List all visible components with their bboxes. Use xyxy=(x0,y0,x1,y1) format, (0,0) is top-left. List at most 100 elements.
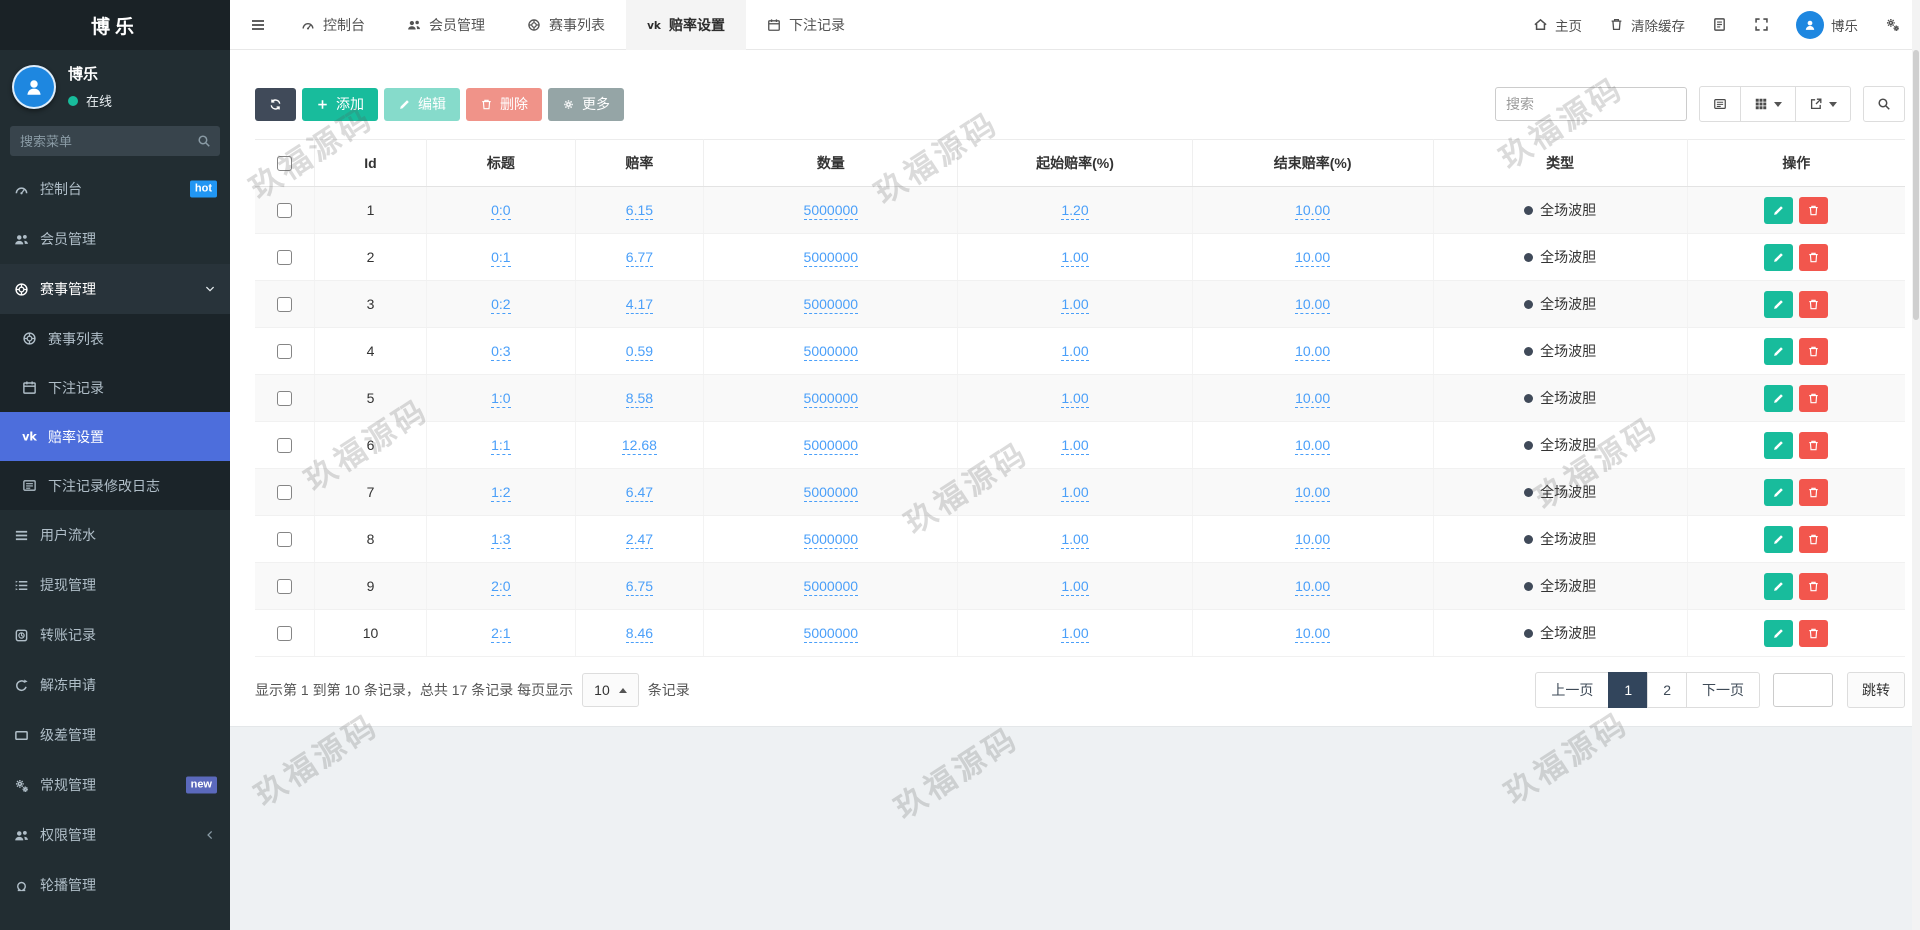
page-button-2[interactable]: 2 xyxy=(1647,672,1687,708)
cell-odds-link[interactable]: 4.17 xyxy=(625,296,654,314)
sidebar-item[interactable]: 权限管理 xyxy=(0,810,230,860)
nav-user-menu[interactable]: 博乐 xyxy=(1796,10,1858,39)
sidebar-item[interactable]: 级差管理 xyxy=(0,710,230,760)
table-search-input[interactable] xyxy=(1495,87,1687,121)
cell-start-rate-link[interactable]: 1.00 xyxy=(1061,437,1089,455)
cell-end-rate-link[interactable]: 10.00 xyxy=(1295,249,1331,267)
row-checkbox[interactable] xyxy=(276,344,292,360)
row-delete-button[interactable] xyxy=(1799,525,1829,553)
export-button[interactable] xyxy=(1795,86,1851,122)
row-edit-button[interactable] xyxy=(1764,431,1794,459)
cell-start-rate-link[interactable]: 1.00 xyxy=(1061,578,1089,596)
jump-button[interactable]: 跳转 xyxy=(1847,672,1905,708)
sidebar-item[interactable]: 会员管理 xyxy=(0,214,230,264)
cell-odds-link[interactable]: 6.15 xyxy=(625,202,654,220)
edit-button[interactable]: 编辑 xyxy=(384,87,460,121)
row-delete-button[interactable] xyxy=(1799,478,1829,506)
row-edit-button[interactable] xyxy=(1764,619,1794,647)
page-size-dropdown[interactable]: 10 xyxy=(582,673,639,707)
row-checkbox[interactable] xyxy=(276,532,292,548)
nav-clear-cache[interactable]: 清除缓存 xyxy=(1609,15,1685,35)
cell-quantity-link[interactable]: 5000000 xyxy=(803,296,859,314)
jump-page-input[interactable] xyxy=(1773,673,1833,707)
sidebar-item[interactable]: 常规管理 new xyxy=(0,760,230,810)
cell-quantity-link[interactable]: 5000000 xyxy=(803,625,859,643)
row-delete-button[interactable] xyxy=(1799,431,1829,459)
nav-document[interactable] xyxy=(1712,17,1727,32)
cell-title-link[interactable]: 1:3 xyxy=(491,531,511,549)
row-checkbox[interactable] xyxy=(276,297,292,313)
sidebar-item[interactable]: 轮播管理 xyxy=(0,860,230,910)
row-checkbox[interactable] xyxy=(276,438,292,454)
menu-toggle-button[interactable] xyxy=(236,17,280,33)
nav-tab-4[interactable]: 赔率设置 xyxy=(626,0,746,50)
row-delete-button[interactable] xyxy=(1799,572,1829,600)
sidebar-item[interactable]: 解冻申请 xyxy=(0,660,230,710)
cell-odds-link[interactable]: 6.47 xyxy=(625,484,654,502)
cell-start-rate-link[interactable]: 1.00 xyxy=(1061,625,1089,643)
cell-quantity-link[interactable]: 5000000 xyxy=(803,202,859,220)
cell-quantity-link[interactable]: 5000000 xyxy=(803,437,859,455)
row-checkbox[interactable] xyxy=(276,203,292,219)
cell-end-rate-link[interactable]: 10.00 xyxy=(1295,437,1331,455)
row-edit-button[interactable] xyxy=(1764,525,1794,553)
cell-quantity-link[interactable]: 5000000 xyxy=(803,249,859,267)
row-checkbox[interactable] xyxy=(276,391,292,407)
nav-tab-5[interactable]: 下注记录 xyxy=(746,0,866,50)
nav-fullscreen[interactable] xyxy=(1754,17,1769,32)
cell-end-rate-link[interactable]: 10.00 xyxy=(1295,531,1331,549)
cell-start-rate-link[interactable]: 1.00 xyxy=(1061,249,1089,267)
row-checkbox[interactable] xyxy=(276,579,292,595)
refresh-button[interactable] xyxy=(255,87,296,121)
next-page-button[interactable]: 下一页 xyxy=(1686,672,1760,708)
cell-end-rate-link[interactable]: 10.00 xyxy=(1295,484,1331,502)
sidebar-search-input[interactable] xyxy=(10,126,220,156)
cell-start-rate-link[interactable]: 1.00 xyxy=(1061,390,1089,408)
cell-title-link[interactable]: 2:0 xyxy=(491,578,511,596)
cell-title-link[interactable]: 1:0 xyxy=(491,390,511,408)
user-avatar[interactable] xyxy=(12,64,56,109)
cell-end-rate-link[interactable]: 10.00 xyxy=(1295,343,1331,361)
cell-title-link[interactable]: 1:1 xyxy=(491,437,511,455)
nav-home[interactable]: 主页 xyxy=(1533,15,1582,35)
cell-odds-link[interactable]: 6.77 xyxy=(625,249,654,267)
row-checkbox[interactable] xyxy=(276,626,292,642)
row-delete-button[interactable] xyxy=(1799,243,1829,271)
row-checkbox[interactable] xyxy=(276,485,292,501)
sidebar-subitem[interactable]: 赔率设置 xyxy=(0,412,230,461)
sidebar-item[interactable]: 提现管理 xyxy=(0,560,230,610)
row-edit-button[interactable] xyxy=(1764,384,1794,412)
cell-odds-link[interactable]: 8.46 xyxy=(625,625,654,643)
row-edit-button[interactable] xyxy=(1764,572,1794,600)
cell-end-rate-link[interactable]: 10.00 xyxy=(1295,578,1331,596)
cell-quantity-link[interactable]: 5000000 xyxy=(803,484,859,502)
page-button-1[interactable]: 1 xyxy=(1608,672,1649,708)
columns-button[interactable] xyxy=(1740,86,1796,122)
prev-page-button[interactable]: 上一页 xyxy=(1535,672,1610,708)
cell-odds-link[interactable]: 12.68 xyxy=(621,437,657,455)
row-delete-button[interactable] xyxy=(1799,619,1829,647)
row-edit-button[interactable] xyxy=(1764,337,1794,365)
nav-tab-3[interactable]: 赛事列表 xyxy=(506,0,626,50)
select-all-checkbox[interactable] xyxy=(276,156,292,172)
scrollbar-thumb[interactable] xyxy=(1913,50,1919,320)
sidebar-subitem[interactable]: 下注记录 xyxy=(0,363,230,412)
row-delete-button[interactable] xyxy=(1799,337,1829,365)
sidebar-item[interactable]: 赛事管理 xyxy=(0,264,230,314)
cell-title-link[interactable]: 2:1 xyxy=(491,625,511,643)
cell-end-rate-link[interactable]: 10.00 xyxy=(1295,202,1331,220)
row-delete-button[interactable] xyxy=(1799,384,1829,412)
cell-start-rate-link[interactable]: 1.00 xyxy=(1061,531,1089,549)
row-delete-button[interactable] xyxy=(1799,196,1829,224)
cell-quantity-link[interactable]: 5000000 xyxy=(803,578,859,596)
cell-quantity-link[interactable]: 5000000 xyxy=(803,531,859,549)
more-button[interactable]: 更多 xyxy=(548,87,624,121)
cell-end-rate-link[interactable]: 10.00 xyxy=(1295,390,1331,408)
row-edit-button[interactable] xyxy=(1764,196,1794,224)
cell-end-rate-link[interactable]: 10.00 xyxy=(1295,296,1331,314)
nav-settings[interactable] xyxy=(1885,17,1900,32)
cell-odds-link[interactable]: 8.58 xyxy=(625,390,654,408)
detail-view-button[interactable] xyxy=(1699,86,1741,122)
sidebar-item[interactable]: 控制台 hot xyxy=(0,164,230,214)
cell-start-rate-link[interactable]: 1.00 xyxy=(1061,343,1089,361)
